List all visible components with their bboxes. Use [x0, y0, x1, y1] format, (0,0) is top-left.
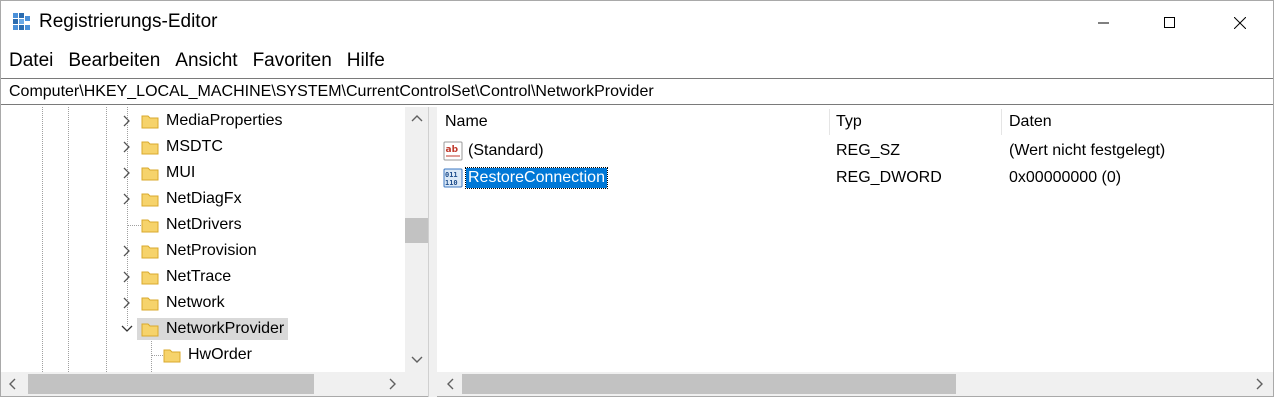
close-icon [1234, 17, 1246, 29]
tree-item-networkprovider[interactable]: NetworkProvider [1, 316, 405, 342]
tree-item-network[interactable]: Network [1, 290, 405, 316]
list-header: Name Typ Daten [437, 107, 1273, 137]
folder-icon [141, 193, 159, 207]
minimize-icon [1098, 22, 1109, 24]
tree-item-label: MediaProperties [166, 112, 283, 129]
tree-item-netdiagfx[interactable]: NetDiagFx [1, 186, 405, 212]
string-value-icon: ab [443, 141, 463, 161]
tree-horizontal-scrollbar[interactable] [1, 372, 405, 396]
folder-icon [141, 115, 159, 129]
value-data: 0x00000000 (0) [1009, 169, 1122, 186]
menu-favoriten[interactable]: Favoriten [245, 47, 339, 75]
tree-item-label: HwOrder [188, 346, 253, 363]
folder-open-icon [141, 323, 159, 337]
values-list: Name Typ Daten ab (Standard) REG_SZ (Wer… [437, 107, 1273, 397]
column-header-name[interactable]: Name [437, 107, 829, 137]
tree-item-label: MSDTC [166, 138, 223, 155]
folder-icon [141, 245, 159, 259]
value-type: REG_DWORD [836, 169, 942, 186]
folder-icon [141, 167, 159, 181]
close-button[interactable] [1217, 1, 1263, 45]
tree-vertical-scrollbar[interactable] [405, 107, 428, 372]
value-name: RestoreConnection [465, 167, 608, 189]
minimize-button[interactable] [1081, 1, 1127, 45]
folder-icon [141, 297, 159, 311]
scroll-left-icon[interactable] [5, 376, 21, 392]
regedit-icon [13, 13, 30, 30]
folder-icon [141, 271, 159, 285]
chevron-right-icon[interactable] [119, 242, 135, 260]
tree-item-mui[interactable]: MUI [1, 160, 405, 186]
scroll-up-icon[interactable] [409, 111, 425, 127]
tree-item-label: NetDiagFx [166, 190, 242, 207]
scroll-right-icon[interactable] [384, 376, 400, 392]
value-data: (Wert nicht festgelegt) [1009, 142, 1166, 159]
tree-item-label: NetProvision [166, 242, 257, 259]
tree-item-hworder[interactable]: HwOrder [1, 342, 405, 368]
value-row-selected[interactable]: 011 110 RestoreConnection REG_DWORD 0x00… [437, 165, 1273, 191]
tree-item-netdrivers[interactable]: NetDrivers [1, 212, 405, 238]
folder-icon [141, 141, 159, 155]
tree-item-label: Network [166, 294, 225, 311]
value-type: REG_SZ [836, 142, 901, 159]
scroll-right-icon[interactable] [1251, 376, 1267, 392]
title-bar[interactable]: Registrierungs-Editor [1, 1, 1273, 45]
tree-item-msdtc[interactable]: MSDTC [1, 134, 405, 160]
maximize-icon [1164, 17, 1175, 28]
tree-item-mediaproperties[interactable]: MediaProperties [1, 108, 405, 134]
chevron-down-icon[interactable] [119, 320, 135, 338]
registry-editor-window: Registrierungs-Editor Datei Bearbeiten A… [0, 0, 1274, 397]
scrollbar-corner [405, 372, 428, 396]
tree-item-label: MUI [166, 164, 196, 181]
menu-bearbeiten[interactable]: Bearbeiten [60, 47, 167, 75]
tree-item-nettrace[interactable]: NetTrace [1, 264, 405, 290]
svg-text:ab: ab [446, 145, 459, 155]
chevron-right-icon[interactable] [119, 190, 135, 208]
chevron-right-icon[interactable] [119, 268, 135, 286]
column-header-type[interactable]: Typ [828, 107, 1001, 137]
svg-text:011: 011 [445, 171, 458, 179]
chevron-right-icon[interactable] [119, 294, 135, 312]
menu-hilfe[interactable]: Hilfe [339, 47, 392, 75]
folder-icon [163, 349, 181, 363]
value-name: (Standard) [468, 142, 544, 159]
chevron-right-icon[interactable] [119, 138, 135, 156]
tree-vertical-scroll-thumb[interactable] [405, 218, 428, 243]
list-horizontal-scroll-thumb[interactable] [462, 374, 956, 394]
binary-value-icon: 011 110 [443, 168, 463, 188]
tree-item-label: NetDrivers [166, 216, 242, 233]
folder-icon [141, 219, 159, 233]
menu-bar: Datei Bearbeiten Ansicht Favoriten Hilfe [1, 47, 392, 75]
column-header-data[interactable]: Daten [1001, 107, 1273, 137]
list-horizontal-scrollbar[interactable] [437, 372, 1273, 396]
tree-item-netprovision[interactable]: NetProvision [1, 238, 405, 264]
chevron-right-icon[interactable] [119, 164, 135, 182]
menu-ansicht[interactable]: Ansicht [167, 47, 244, 75]
tree-horizontal-scroll-thumb[interactable] [28, 374, 314, 394]
pane-splitter[interactable] [429, 107, 437, 397]
maximize-button[interactable] [1147, 1, 1193, 45]
scroll-left-icon[interactable] [443, 376, 459, 392]
chevron-right-icon[interactable] [119, 112, 135, 130]
menu-datei[interactable]: Datei [1, 47, 60, 75]
address-bar[interactable]: Computer\HKEY_LOCAL_MACHINE\SYSTEM\Curre… [1, 78, 1273, 105]
scroll-down-icon[interactable] [409, 351, 425, 367]
svg-text:110: 110 [445, 179, 458, 187]
window-title: Registrierungs-Editor [39, 11, 218, 32]
tree-item-label: NetTrace [166, 268, 232, 285]
key-tree: MediaProperties MSDTC MUI NetDiagFx NetD… [1, 107, 429, 397]
tree-item-label: NetworkProvider [137, 318, 289, 340]
value-row[interactable]: ab (Standard) REG_SZ (Wert nicht festgel… [437, 138, 1273, 164]
